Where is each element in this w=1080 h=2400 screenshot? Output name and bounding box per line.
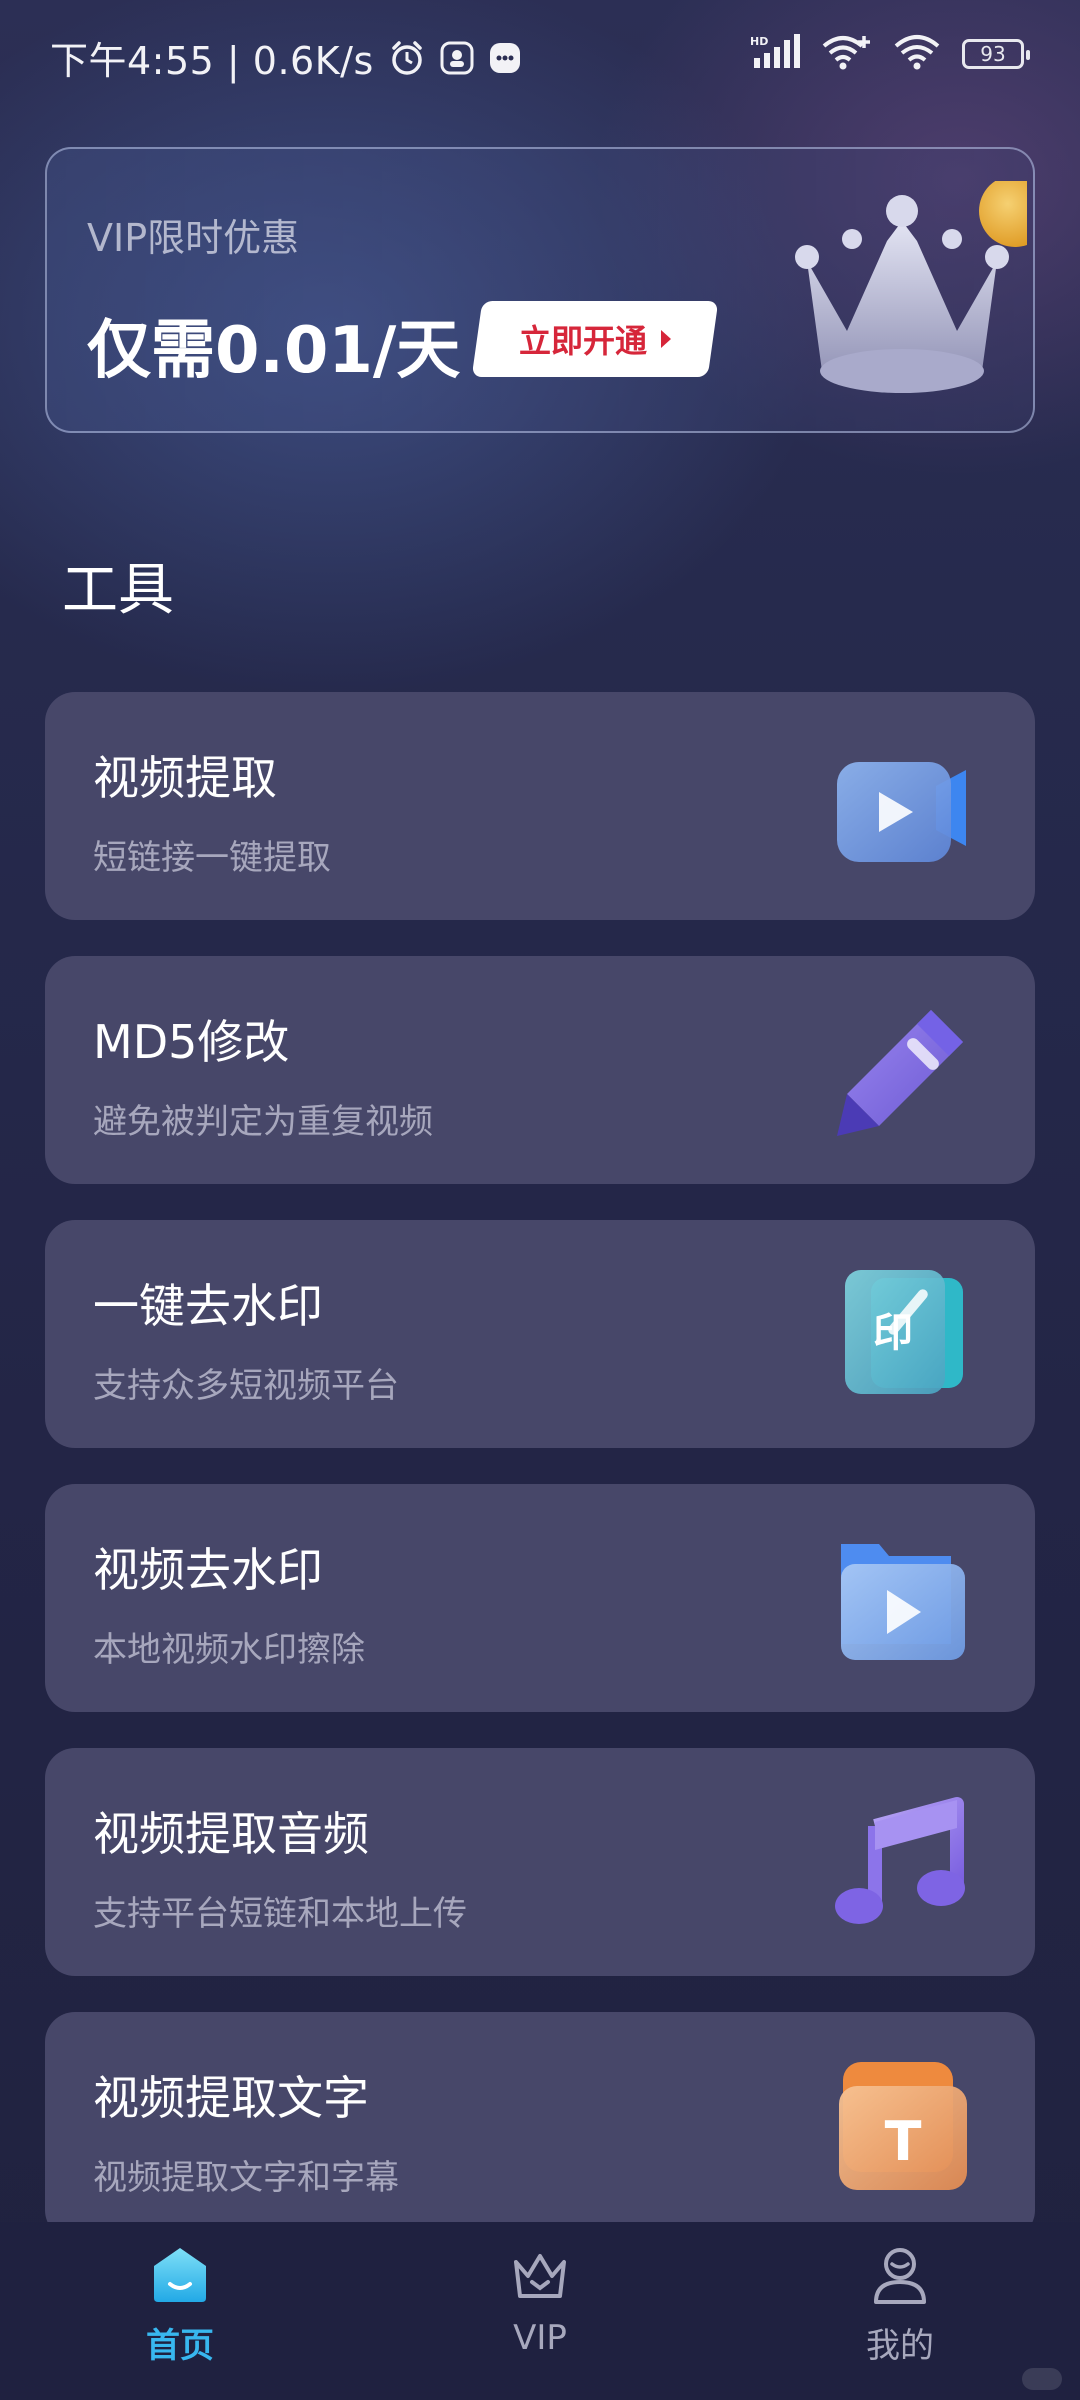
signal-icon: HD: [750, 34, 800, 74]
tool-card-title: MD5修改: [93, 1015, 290, 1069]
status-right: HD 93: [750, 34, 1030, 74]
tool-card-video-watermark[interactable]: 视频去水印 本地视频水印擦除: [45, 1484, 1035, 1712]
nav-tab-vip[interactable]: VIP: [440, 2242, 640, 2382]
video-folder-icon: [841, 1544, 965, 1660]
tool-card-extract-text[interactable]: 视频提取文字 视频提取文字和字幕 T: [45, 2012, 1035, 2240]
arrow-right-icon: [661, 330, 671, 348]
nav-tab-label: 我的: [866, 2326, 934, 2366]
tool-card-title: 视频去水印: [93, 1543, 323, 1597]
vip-price: 仅需0.01/天: [87, 314, 461, 388]
stamp-icon: 印: [845, 1270, 963, 1394]
tool-card-title: 视频提取音频: [93, 1807, 369, 1861]
vip-open-button-label: 立即开通: [518, 322, 647, 360]
tool-card-desc: 短链接一键提取: [93, 838, 331, 878]
corner-watermark: [1022, 2368, 1062, 2390]
text-icon-text: T: [885, 2110, 922, 2173]
tool-card-desc: 支持平台短链和本地上传: [93, 1894, 467, 1934]
tool-card-title: 一键去水印: [93, 1279, 323, 1333]
wifi-icon: [894, 34, 940, 74]
nav-tab-home[interactable]: 首页: [80, 2242, 280, 2382]
nav-tab-profile[interactable]: 我的: [800, 2242, 1000, 2382]
battery-level: 93: [980, 42, 1006, 66]
tools-section-title: 工具: [62, 558, 174, 623]
battery-icon: 93: [962, 39, 1030, 69]
tool-card-md5-modify[interactable]: MD5修改 避免被判定为重复视频: [45, 956, 1035, 1184]
nav-tab-label: 首页: [146, 2326, 214, 2366]
nav-tab-label: VIP: [513, 2318, 567, 2358]
alarm-icon: [388, 39, 426, 77]
wifi-plus-icon: [822, 34, 872, 74]
music-note-icon: [835, 1797, 965, 1924]
status-bar: 下午4:55 | 0.6K/s HD 93: [0, 0, 1080, 110]
tool-card-title: 视频提取: [93, 751, 277, 805]
tool-card-desc: 避免被判定为重复视频: [93, 1102, 433, 1142]
vip-subtitle: VIP限时优惠: [87, 216, 300, 260]
tool-card-title: 视频提取文字: [93, 2071, 369, 2125]
network-hd-label: HD: [750, 35, 768, 48]
tool-card-desc: 视频提取文字和字幕: [93, 2158, 399, 2198]
crown-icon: [795, 181, 1027, 393]
home-icon: [154, 2248, 206, 2302]
status-left: 下午4:55 | 0.6K/s: [50, 30, 522, 85]
tool-card-extract-audio[interactable]: 视频提取音频 支持平台短链和本地上传: [45, 1748, 1035, 1976]
app-notification-icon: [440, 41, 474, 75]
profile-icon: [874, 2248, 926, 2304]
pencil-icon: [837, 1010, 963, 1136]
vip-crown-icon: [514, 2254, 566, 2298]
tool-card-video-extract[interactable]: 视频提取 短链接一键提取: [45, 692, 1035, 920]
vip-promo-banner[interactable]: VIP限时优惠 仅需0.01/天 立即开通: [45, 147, 1035, 433]
message-icon: [488, 41, 522, 75]
video-camera-icon: [837, 762, 966, 862]
tool-card-desc: 本地视频水印擦除: [93, 1630, 365, 1670]
vip-open-button[interactable]: 立即开通: [471, 301, 719, 377]
status-time-speed: 下午4:55 | 0.6K/s: [50, 39, 374, 83]
tool-card-one-click-watermark[interactable]: 一键去水印 支持众多短视频平台 印: [45, 1220, 1035, 1448]
bottom-navigation: 首页 VIP 我的: [0, 2222, 1080, 2400]
text-icon: T: [839, 2062, 967, 2190]
tool-card-desc: 支持众多短视频平台: [93, 1366, 399, 1406]
